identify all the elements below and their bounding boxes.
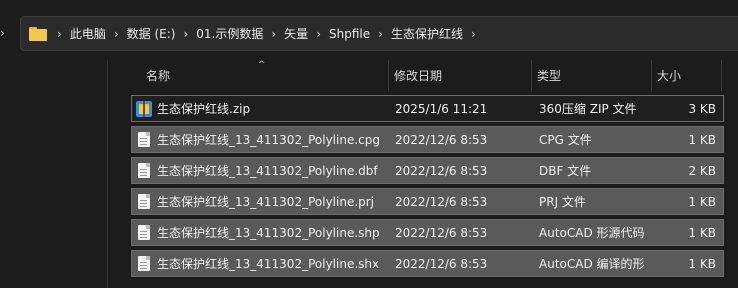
file-type: AutoCAD 形源代码 (539, 226, 645, 240)
file-type: CPG 文件 (539, 133, 592, 147)
file-name: 生态保护红线_13_411302_Polyline.dbf (157, 164, 378, 178)
breadcrumb-separator-icon[interactable]: › (316, 27, 321, 41)
column-type-label: 类型 (537, 69, 562, 83)
file-name-cell: 生态保护红线_13_411302_Polyline.cpg (136, 127, 380, 152)
breadcrumb-sample-data[interactable]: 01.示例数据 (196, 25, 263, 42)
column-header-filler (721, 60, 738, 91)
file-date: 2025/1/6 11:21 (395, 101, 488, 116)
column-header: ^ 名称 修改日期 类型 大小 (128, 60, 738, 91)
file-row[interactable]: 生态保护红线_13_411302_Polyline.dbf 2022/12/6 … (131, 157, 724, 184)
file-type: DBF 文件 (539, 164, 592, 178)
breadcrumb-vector[interactable]: 矢量 (284, 25, 308, 42)
file-icon (138, 194, 150, 209)
breadcrumb-this-pc[interactable]: 此电脑 (70, 25, 106, 42)
file-name-cell: 生态保护红线_13_411302_Polyline.shx (136, 251, 379, 276)
file-row[interactable]: 生态保护红线_13_411302_Polyline.prj 2022/12/6 … (131, 188, 724, 215)
breadcrumb-separator-icon[interactable]: › (271, 27, 276, 41)
file-name: 生态保护红线_13_411302_Polyline.prj (157, 195, 375, 209)
file-type: 360压缩 ZIP 文件 (539, 102, 637, 116)
file-type: AutoCAD 编译的形 (539, 257, 645, 271)
breadcrumb-separator-icon[interactable]: › (114, 27, 119, 41)
breadcrumb-drive-e[interactable]: 数据 (E:) (127, 25, 176, 42)
file-icon (138, 132, 150, 147)
file-date: 2022/12/6 8:53 (395, 132, 488, 147)
file-icon (138, 225, 150, 240)
file-name: 生态保护红线.zip (157, 102, 251, 116)
breadcrumb-separator-icon[interactable]: › (183, 27, 188, 41)
column-size-label: 大小 (657, 69, 682, 83)
file-icon (138, 256, 150, 271)
breadcrumb-current-folder[interactable]: 生态保护红线 (391, 25, 463, 42)
column-name-label: 名称 (146, 69, 171, 83)
file-type: PRJ 文件 (539, 195, 586, 209)
file-explorer-window: › › 此电脑 › 数据 (E:) › 01.示例数据 › 矢量 › Shpfi… (0, 0, 738, 288)
breadcrumb-shpfile[interactable]: Shpfile (329, 27, 370, 41)
file-name-cell: 生态保护红线_13_411302_Polyline.prj (136, 189, 374, 214)
file-date: 2022/12/6 8:53 (395, 163, 488, 178)
column-header-name[interactable]: 名称 (128, 60, 388, 91)
file-row[interactable]: 生态保护红线.zip 2025/1/6 11:21 360压缩 ZIP 文件 3… (131, 95, 724, 122)
file-icon (138, 163, 150, 178)
file-size: 1 KB (688, 225, 716, 240)
file-size: 2 KB (688, 163, 716, 178)
file-size: 3 KB (688, 101, 716, 116)
column-header-size[interactable]: 大小 (651, 60, 721, 91)
column-date-label: 修改日期 (394, 69, 443, 83)
zip-archive-icon (136, 100, 152, 117)
file-name: 生态保护红线_13_411302_Polyline.cpg (157, 133, 380, 147)
file-name-cell: 生态保护红线_13_411302_Polyline.shp (136, 220, 380, 245)
file-size: 1 KB (688, 194, 716, 209)
address-bar[interactable]: › 此电脑 › 数据 (E:) › 01.示例数据 › 矢量 › Shpfile… (20, 16, 738, 51)
expand-chevron-icon[interactable]: › (0, 26, 12, 40)
file-size: 1 KB (688, 132, 716, 147)
file-name-cell: 生态保护红线.zip (136, 96, 250, 121)
column-header-date[interactable]: 修改日期 (388, 60, 531, 91)
file-row[interactable]: 生态保护红线_13_411302_Polyline.shx 2022/12/6 … (131, 250, 724, 277)
folder-icon (29, 26, 47, 41)
breadcrumb-separator-icon[interactable]: › (57, 27, 62, 41)
file-row[interactable]: 生态保护红线_13_411302_Polyline.cpg 2022/12/6 … (131, 126, 724, 153)
breadcrumb-separator-icon[interactable]: › (378, 27, 383, 41)
file-name-cell: 生态保护红线_13_411302_Polyline.dbf (136, 158, 378, 183)
column-header-type[interactable]: 类型 (531, 60, 651, 91)
file-list-pane: ^ 名称 修改日期 类型 大小 生态保护红线.zip 2025/1/6 11:2… (107, 60, 738, 288)
file-name: 生态保护红线_13_411302_Polyline.shp (157, 226, 380, 240)
file-date: 2022/12/6 8:53 (395, 194, 488, 209)
file-row[interactable]: 生态保护红线_13_411302_Polyline.shp 2022/12/6 … (131, 219, 724, 246)
file-date: 2022/12/6 8:53 (395, 256, 488, 271)
file-name: 生态保护红线_13_411302_Polyline.shx (157, 257, 380, 271)
file-size: 1 KB (688, 256, 716, 271)
breadcrumb-separator-icon[interactable]: › (471, 27, 476, 41)
file-date: 2022/12/6 8:53 (395, 225, 488, 240)
